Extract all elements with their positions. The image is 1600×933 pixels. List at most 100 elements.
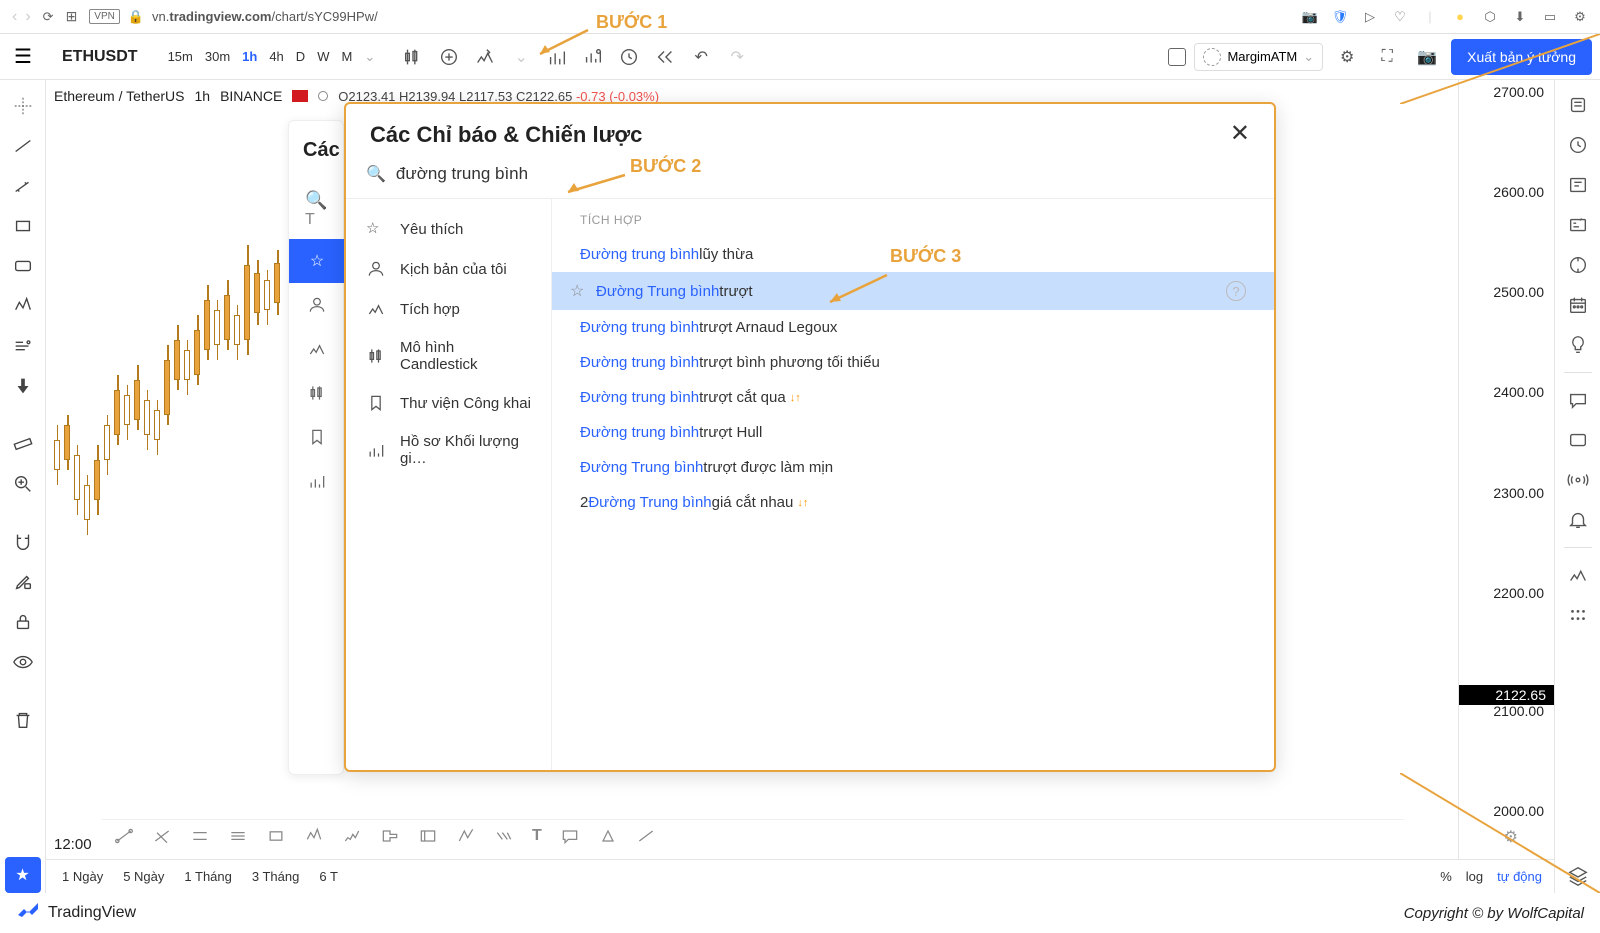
dtool-11[interactable] xyxy=(494,826,514,846)
dtool-10[interactable] xyxy=(456,826,476,846)
peek-star-icon[interactable]: ☆ xyxy=(289,239,345,283)
dtool-14[interactable] xyxy=(636,826,656,846)
rewind-icon[interactable] xyxy=(649,41,681,73)
reload-icon[interactable]: ⟳ xyxy=(43,9,54,25)
undo-icon[interactable]: ↶ xyxy=(685,41,717,73)
close-icon[interactable]: ✕ xyxy=(1230,122,1250,146)
dtool-13[interactable] xyxy=(598,826,618,846)
dom-icon[interactable] xyxy=(1560,248,1596,282)
cat-favorites[interactable]: ☆Yêu thích xyxy=(346,209,551,249)
checkbox-icon[interactable] xyxy=(1168,48,1186,66)
news-icon[interactable] xyxy=(1560,168,1596,202)
result-item[interactable]: Đường trung bình trượt bình phương tối t… xyxy=(552,345,1274,380)
stream-icon[interactable] xyxy=(1560,463,1596,497)
result-item[interactable]: Đường trung bình trượt Arnaud Legoux xyxy=(552,310,1274,345)
dtool-8[interactable] xyxy=(380,826,400,846)
zoomin-icon[interactable] xyxy=(5,466,41,502)
cat-myscripts[interactable]: Kịch bản của tôi xyxy=(346,249,551,289)
dtool-1[interactable] xyxy=(114,826,134,846)
result-item[interactable]: Đường Trung bình trượt được làm mịn xyxy=(552,450,1274,485)
fib-icon[interactable] xyxy=(5,168,41,204)
tf-15m[interactable]: 15m xyxy=(168,49,193,64)
help-icon[interactable]: ? xyxy=(1226,281,1246,301)
tf-m[interactable]: M xyxy=(341,49,352,64)
ideas-icon[interactable] xyxy=(1560,328,1596,362)
download-icon[interactable]: ⬇ xyxy=(1512,9,1528,25)
range-3m[interactable]: 3 Tháng xyxy=(252,869,299,884)
menu-icon[interactable]: ☰ xyxy=(0,34,46,80)
compare-icon[interactable] xyxy=(433,41,465,73)
result-item[interactable]: 2 Đường Trung bình giá cắt nhau↓↑ xyxy=(552,485,1274,520)
replay-icon[interactable] xyxy=(613,41,645,73)
settings-icon[interactable]: ⚙ xyxy=(1572,9,1588,25)
camera-icon[interactable]: 📷 xyxy=(1302,9,1318,25)
symbol-name[interactable]: ETHUSDT xyxy=(46,48,154,66)
dtool-text[interactable]: T xyxy=(532,827,542,845)
arrow-icon[interactable] xyxy=(5,368,41,404)
tf-w[interactable]: W xyxy=(317,49,329,64)
result-item-selected[interactable]: Đường Trung bình trượt? xyxy=(552,272,1274,310)
dtool-2[interactable] xyxy=(152,826,172,846)
dtool-12[interactable] xyxy=(560,826,580,846)
peek-user-icon[interactable] xyxy=(289,283,345,327)
gear-icon[interactable]: ⚙ xyxy=(1331,41,1363,73)
cube-icon[interactable]: ⬡ xyxy=(1482,9,1498,25)
text-icon[interactable] xyxy=(5,248,41,284)
forward-icon[interactable]: › xyxy=(25,8,30,26)
forecast-icon[interactable] xyxy=(5,328,41,364)
eye-icon[interactable] xyxy=(5,644,41,680)
tf-30m[interactable]: 30m xyxy=(205,49,230,64)
bell-icon[interactable] xyxy=(1560,503,1596,537)
indicators-icon[interactable] xyxy=(469,41,501,73)
account-chip[interactable]: MargimATM ⌄ xyxy=(1194,43,1323,71)
chat-icon[interactable] xyxy=(1560,383,1596,417)
candles-icon[interactable] xyxy=(397,41,429,73)
calendar-icon[interactable] xyxy=(1560,288,1596,322)
peek-chart-icon[interactable] xyxy=(289,327,345,371)
circle-icon[interactable]: ● xyxy=(1452,9,1468,25)
cat-volume[interactable]: Hồ sơ Khối lượng gi… xyxy=(346,423,551,477)
dtool-4[interactable] xyxy=(228,826,248,846)
dtool-3[interactable] xyxy=(190,826,210,846)
heart-icon[interactable]: ♡ xyxy=(1392,9,1408,25)
peek-bookmark-icon[interactable] xyxy=(289,415,345,459)
search-input[interactable] xyxy=(396,164,1254,184)
fullscreen-icon[interactable]: ⛶ xyxy=(1371,41,1403,73)
cat-candles[interactable]: Mô hình Candlestick xyxy=(346,329,551,383)
tf-1h[interactable]: 1h xyxy=(242,49,257,64)
range-5d[interactable]: 5 Ngày xyxy=(123,869,164,884)
price-axis[interactable]: 2700.00 2600.00 2500.00 2400.00 2300.00 … xyxy=(1458,80,1554,859)
magnet-icon[interactable] xyxy=(5,524,41,560)
pen-lock-icon[interactable] xyxy=(5,564,41,600)
cat-public[interactable]: Thư viện Công khai xyxy=(346,383,551,423)
crosshair-icon[interactable] xyxy=(5,88,41,124)
tf-d[interactable]: D xyxy=(296,49,305,64)
shield-icon[interactable]: 🛡 xyxy=(1332,9,1348,25)
pip-icon[interactable]: ▭ xyxy=(1542,9,1558,25)
private-chat-icon[interactable] xyxy=(1560,423,1596,457)
apps-icon[interactable]: ⊞ xyxy=(66,8,78,25)
dtool-7[interactable] xyxy=(342,826,362,846)
ruler-icon[interactable] xyxy=(5,426,41,462)
hotlist-icon[interactable] xyxy=(1560,208,1596,242)
peek-vol-icon[interactable] xyxy=(289,459,345,503)
range-1d[interactable]: 1 Ngày xyxy=(62,869,103,884)
result-item[interactable]: Đường trung bình trượt Hull xyxy=(552,415,1274,450)
redo-icon[interactable]: ↷ xyxy=(721,41,753,73)
tf-4h[interactable]: 4h xyxy=(269,49,283,64)
url-text[interactable]: vn.tradingview.com/chart/sYC99HPw/ xyxy=(152,9,378,24)
shapes-icon[interactable] xyxy=(5,208,41,244)
send-icon[interactable]: ▷ xyxy=(1362,9,1378,25)
tech-icon[interactable] xyxy=(1560,558,1596,592)
dots-icon[interactable] xyxy=(1560,598,1596,632)
range-6m[interactable]: 6 T xyxy=(319,869,338,884)
alerts-icon[interactable] xyxy=(1560,128,1596,162)
pattern-icon[interactable] xyxy=(5,288,41,324)
trendline-icon[interactable] xyxy=(5,128,41,164)
dtool-6[interactable] xyxy=(304,826,324,846)
result-item[interactable]: Đường trung bình trượt cắt qua↓↑ xyxy=(552,380,1274,415)
range-1m[interactable]: 1 Tháng xyxy=(184,869,231,884)
lock-icon[interactable] xyxy=(5,604,41,640)
dtool-9[interactable] xyxy=(418,826,438,846)
cat-builtin[interactable]: Tích hợp xyxy=(346,289,551,329)
